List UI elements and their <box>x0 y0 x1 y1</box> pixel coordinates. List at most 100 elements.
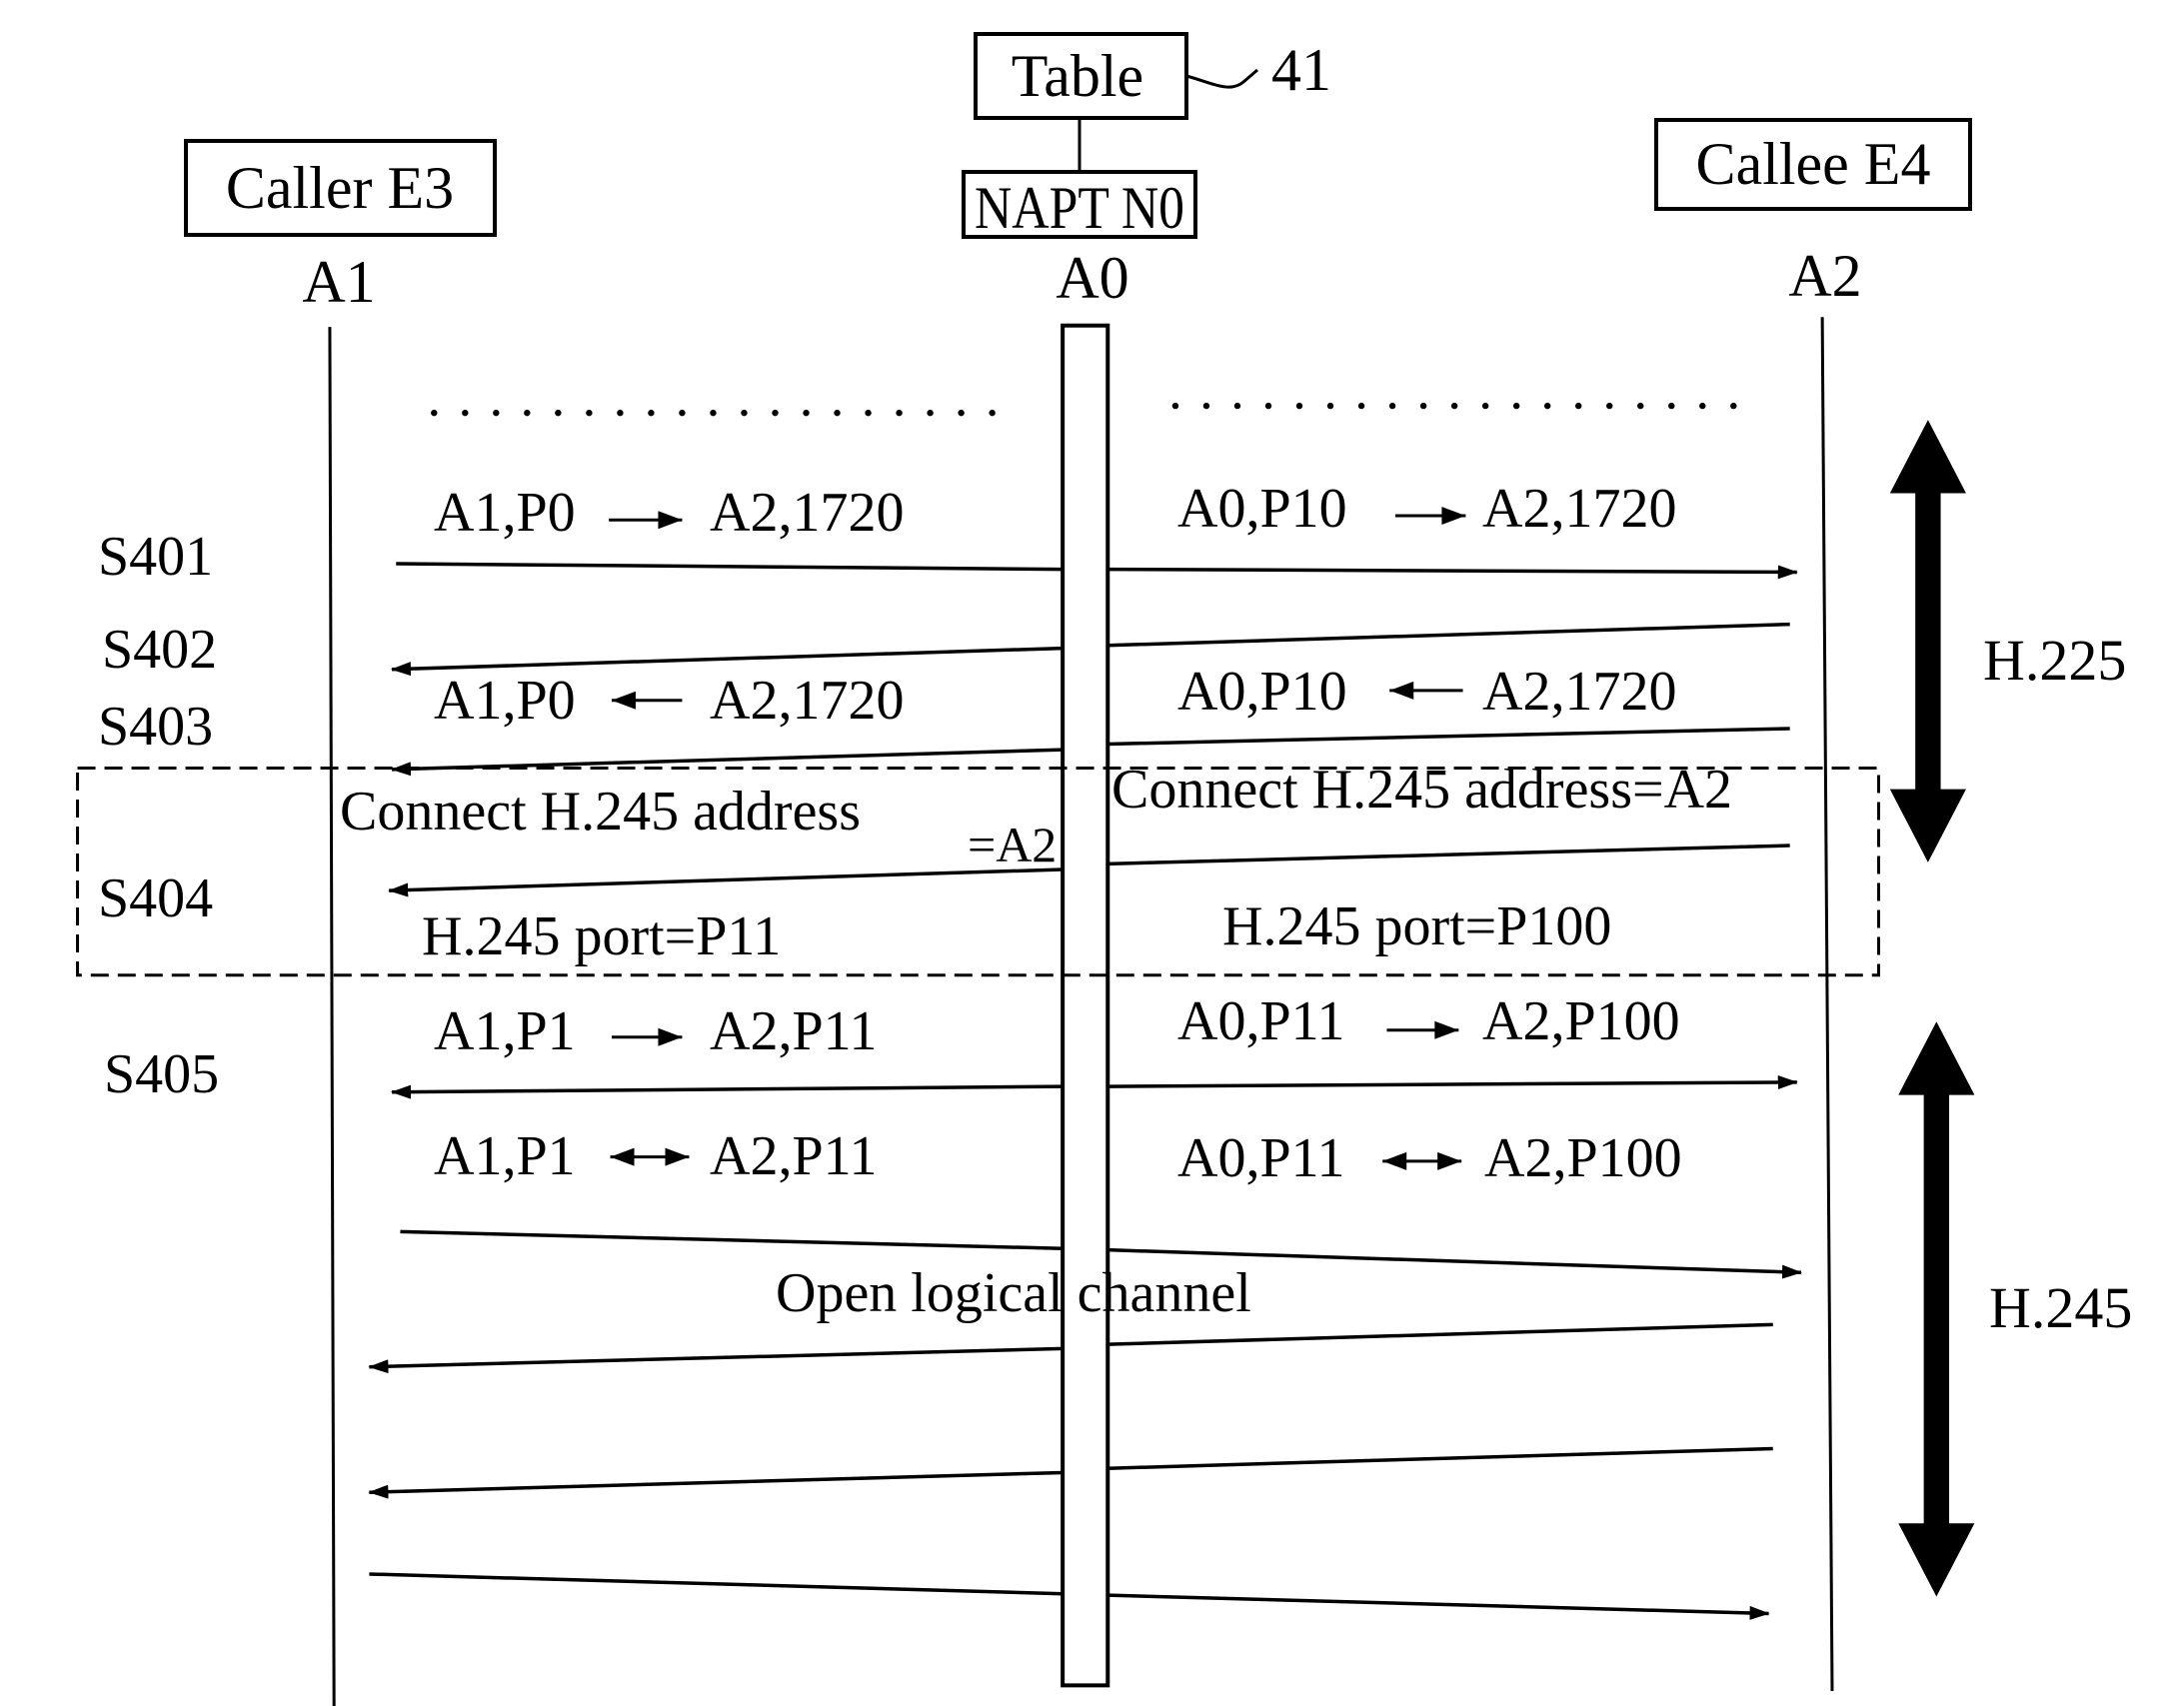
ellipsis-dot <box>1512 402 1520 410</box>
ellipsis-dot <box>493 409 500 417</box>
lifeline-callee-a2 <box>1820 317 1834 1692</box>
m6-right-source: A0,P11 <box>1177 1127 1345 1189</box>
message-label-m6-right: A0,P11 A2,P100 <box>1177 1127 1682 1189</box>
ellipsis-dot <box>1481 402 1489 410</box>
ellipsis-dot <box>1419 402 1427 410</box>
arrow-s405-left-segment <box>390 1084 1064 1099</box>
table-entity: Table 41 <box>974 32 1331 172</box>
h245-phase-double-arrow <box>1898 1021 1975 1597</box>
ellipsis-dot <box>462 409 469 417</box>
callee-entity: Callee E4 A2 <box>1654 118 1972 309</box>
ellipsis-dot <box>1543 402 1551 410</box>
ellipsis-dot <box>927 409 934 417</box>
m1-left-source: A1,P0 <box>434 482 576 544</box>
inline-arrow-m2-right <box>1389 681 1463 700</box>
ellipsis-dot <box>1202 402 1210 410</box>
m5-right-source: A0,P11 <box>1177 990 1345 1052</box>
arrow-s401-left-segment <box>396 562 1064 572</box>
ellipsis-dot <box>1450 402 1458 410</box>
caller-address-label: A1 <box>302 249 375 315</box>
step-label-s403: S403 <box>98 696 213 758</box>
callee-box-label: Callee E4 <box>1696 131 1931 197</box>
table-box-label: Table <box>1012 43 1143 109</box>
ellipsis-dot <box>555 409 562 417</box>
arrow-olc-4-right-segment <box>1107 1593 1770 1620</box>
arrow-s401-right-segment <box>1107 565 1798 580</box>
inline-arrow-m5-left <box>611 1027 683 1046</box>
message-label-m1-left: A1,P0 A2,1720 <box>434 482 904 544</box>
connect-left-label: Connect H.245 address <box>340 781 861 843</box>
caller-box-label: Caller E3 <box>226 155 454 221</box>
inline-arrow-m1-left <box>609 511 683 530</box>
m6-left-dest: A2,P11 <box>710 1125 878 1187</box>
m1-left-dest: A2,1720 <box>710 482 904 544</box>
ellipsis-dot <box>1668 402 1675 410</box>
message-label-m1-right: A0,P10 A2,1720 <box>1177 478 1676 540</box>
arrow-olc-3-right-segment <box>1107 1446 1773 1470</box>
ellipsis-dot <box>803 409 810 417</box>
m5-left-source: A1,P1 <box>434 1000 576 1062</box>
connect-right-label: Connect H.245 address=A2 <box>1111 759 1732 821</box>
ellipsis-dot <box>1699 402 1706 410</box>
napt-box-label: NAPT N0 <box>975 175 1184 241</box>
arrow-s403-right-segment <box>1107 727 1790 747</box>
inline-arrow-m2-left <box>611 691 683 710</box>
message-label-m5-left: A1,P1 A2,P11 <box>434 1000 878 1062</box>
static-layer <box>76 317 1975 1706</box>
m2-left-source: A1,P0 <box>434 670 576 732</box>
phase-label-h245: H.245 <box>1989 1275 2132 1340</box>
arrow-olc-1-left-segment <box>400 1229 1064 1251</box>
arrow-olc-2-right-segment <box>1107 1322 1773 1346</box>
ellipsis-dot <box>1606 402 1613 410</box>
m1-right-dest: A2,1720 <box>1482 478 1676 540</box>
message-label-m5-right: A0,P11 A2,P100 <box>1177 990 1680 1052</box>
m2-right-source: A0,P10 <box>1177 661 1347 723</box>
arrow-olc-2-left-segment <box>368 1346 1064 1374</box>
napt-address-label: A0 <box>1056 245 1128 311</box>
ellipsis-dot <box>1637 402 1644 410</box>
ellipsis-dot <box>648 409 655 417</box>
arrow-olc-4-left-segment <box>369 1572 1064 1596</box>
reference-numeral: 41 <box>1271 37 1331 103</box>
step-label-s405: S405 <box>104 1043 219 1105</box>
ellipsis-dot <box>431 409 438 417</box>
inline-arrow-m5-right <box>1386 1020 1459 1039</box>
arrow-olc-3-left-segment <box>368 1470 1064 1499</box>
caller-entity: Caller E3 A1 <box>184 139 497 315</box>
m6-right-dest: A2,P100 <box>1484 1127 1682 1189</box>
ellipsis-dot <box>834 409 841 417</box>
ellipsis-dot <box>524 409 531 417</box>
port-right-label: H.245 port=P100 <box>1222 895 1611 957</box>
arrow-s404-right-segment <box>1107 844 1790 866</box>
ellipsis-dot <box>1264 402 1272 410</box>
ellipsis-dot <box>710 409 717 417</box>
step-label-s401: S401 <box>98 526 213 588</box>
port-left-label: H.245 port=P11 <box>422 905 781 967</box>
ellipsis-dot <box>989 409 996 417</box>
ellipsis-dot <box>958 409 965 417</box>
callee-address-label: A2 <box>1788 243 1861 309</box>
ellipsis-dot <box>1357 402 1365 410</box>
m2-left-dest: A2,1720 <box>710 670 904 732</box>
reference-leader-line <box>1185 68 1258 89</box>
arrow-s404-left-segment <box>388 867 1064 897</box>
ellipsis-dot <box>1326 402 1334 410</box>
ellipsis-dot <box>1233 402 1241 410</box>
ellipsis-dot <box>1388 402 1396 410</box>
ellipsis-dot <box>1295 402 1303 410</box>
inline-arrow-m1-right <box>1394 507 1466 526</box>
arrow-s402-right-segment <box>1107 622 1790 648</box>
ellipsis-dot <box>1575 402 1582 410</box>
open-logical-channel-label: Open logical channel <box>776 1262 1251 1324</box>
step-label-s402: S402 <box>102 619 217 681</box>
arrow-s403-left-segment <box>390 748 1064 777</box>
call-flow-diagram: Caller E3 A1 Table 41 NAPT N0 A0 Callee … <box>0 0 2184 1706</box>
h225-phase-double-arrow <box>1889 420 1966 862</box>
connect-left-suffix: =A2 <box>968 817 1057 872</box>
ellipsis-dot <box>865 409 872 417</box>
inline-arrow-m6-right <box>1382 1151 1462 1170</box>
napt-activation-bar <box>1061 323 1110 1688</box>
step-label-s404: S404 <box>98 867 213 929</box>
inline-arrow-m6-left <box>610 1147 690 1166</box>
napt-entity: NAPT N0 A0 <box>962 170 1197 311</box>
